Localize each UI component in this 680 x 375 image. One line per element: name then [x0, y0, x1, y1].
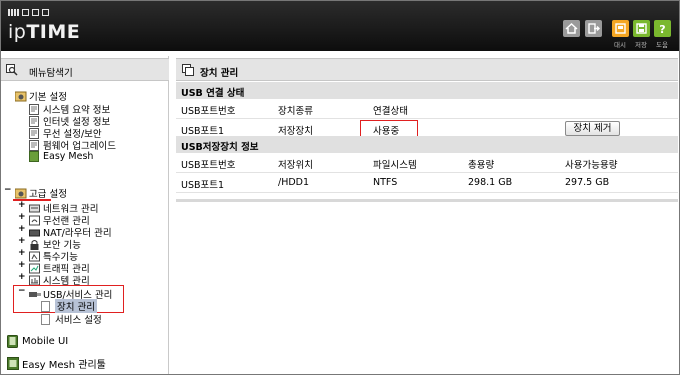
menu-easy-mesh-tool[interactable]: Easy Mesh 관리툴 [7, 356, 106, 371]
main-panel: 장치 관리 USB 연결 상태 USB포트번호 장치종류 연결상태 USB포트1… [176, 56, 678, 374]
page-title: 장치 관리 [200, 68, 239, 79]
column-header: 연결상태 [373, 106, 408, 117]
document-icon [29, 139, 40, 151]
menu-basic-settings[interactable]: 기본 설정 [14, 89, 67, 103]
gear-folder-icon [14, 91, 27, 102]
remove-device-button[interactable]: 장치 제거 [565, 121, 620, 136]
menu-easy-mesh-tool-label: Easy Mesh 관리툴 [22, 360, 106, 371]
collapse-usb-icon[interactable]: − [18, 286, 26, 296]
storage-location-cell: /HDD1 [278, 177, 310, 188]
available-capacity-cell: 297.5 GB [565, 177, 610, 188]
dashboard-label: 대시 [614, 41, 626, 49]
menu-advanced-settings[interactable]: 고급 설정 [14, 186, 67, 200]
expand-icon[interactable]: + [18, 272, 26, 282]
sidebar-title: 메뉴탐색기 [29, 68, 73, 79]
menu-easy-mesh[interactable]: Easy Mesh [29, 151, 93, 162]
page-icon [41, 313, 52, 325]
dashboard-icon[interactable] [612, 20, 629, 37]
sidebar-header: 메뉴탐색기 [1, 58, 169, 81]
document-icon [29, 103, 40, 115]
mobile-icon [7, 335, 19, 348]
expand-icon[interactable]: + [18, 260, 26, 270]
help-label: 도움 [656, 41, 668, 49]
menu-firmware-upgrade-label: 펌웨어 업그레이드 [43, 141, 116, 152]
wireless-icon [29, 215, 40, 226]
usb-port-cell: USB포트1 [181, 126, 225, 137]
storage-info-heading-bar: USB저장장치 정보 [176, 136, 678, 153]
main-header: 장치 관리 [176, 58, 678, 81]
chart-icon [29, 263, 40, 274]
storage-info-heading: USB저장장치 정보 [181, 142, 259, 153]
top-header: ipTIME 대시 저장 ? 도움 [1, 1, 679, 51]
column-header: 파일시스템 [373, 160, 417, 171]
storage-row: USB포트1 /HDD1 NTFS 298.1 GB 297.5 GB [176, 173, 678, 193]
logout-icon[interactable] [585, 20, 602, 37]
usb-icon [29, 289, 41, 300]
menu-mobile-ui[interactable]: Mobile UI [7, 335, 68, 348]
menu-device-manage-label: 장치 관리 [55, 299, 97, 313]
expand-icon[interactable]: + [18, 224, 26, 234]
expand-icon[interactable]: + [18, 200, 26, 210]
router-icon [29, 227, 40, 238]
column-header: USB포트번호 [181, 106, 236, 117]
usb-port-cell: USB포트1 [181, 180, 225, 191]
column-header: 장치종류 [278, 106, 313, 117]
status-highlight-box [360, 120, 418, 137]
sidebar: 메뉴탐색기 기본 설정 시스템 요약 정보 인터넷 설정 정보 무선 설정/보안… [1, 56, 169, 374]
storage-header-row: USB포트번호 저장위치 파일시스템 총용량 사용가능용량 [176, 153, 678, 173]
menu-service-settings[interactable]: 서비스 설정 [41, 312, 102, 326]
menu-device-manage[interactable]: 장치 관리 [41, 299, 97, 313]
column-header: 사용가능용량 [565, 160, 618, 171]
usb-status-header-row: USB포트번호 장치종류 연결상태 [176, 99, 678, 119]
save-icon[interactable] [633, 20, 650, 37]
device-type-cell: 저장장치 [278, 126, 313, 137]
network-icon [29, 203, 40, 214]
logo-dots-icon [8, 9, 49, 16]
column-header: USB포트번호 [181, 160, 236, 171]
document-icon [29, 115, 40, 127]
expand-icon[interactable]: + [18, 236, 26, 246]
help-icon[interactable]: ? [654, 20, 671, 37]
section-divider [176, 199, 678, 202]
lock-icon [29, 239, 40, 250]
menu-easy-mesh-label: Easy Mesh [43, 151, 94, 162]
filesystem-cell: NTFS [373, 177, 398, 188]
total-capacity-cell: 298.1 GB [468, 177, 513, 188]
iptime-logo: ipTIME [8, 21, 81, 43]
special-icon [29, 251, 40, 262]
menu-advanced-settings-label: 고급 설정 [29, 189, 67, 200]
menu-mobile-ui-label: Mobile UI [22, 336, 69, 347]
column-header: 저장위치 [278, 160, 313, 171]
page-icon [41, 300, 52, 312]
usb-status-heading-bar: USB 연결 상태 [176, 82, 678, 99]
save-label: 저장 [635, 41, 647, 49]
svg-text:?: ? [659, 23, 665, 36]
usb-status-heading: USB 연결 상태 [181, 88, 245, 99]
window-icon [182, 64, 194, 76]
gear-folder-icon [14, 188, 27, 199]
menu-basic-settings-label: 기본 설정 [29, 92, 67, 103]
document-icon [29, 127, 40, 139]
search-icon [6, 64, 18, 76]
menu-service-settings-label: 서비스 설정 [55, 315, 102, 326]
expand-icon[interactable]: + [18, 248, 26, 258]
mesh-tool-icon [7, 357, 19, 370]
collapse-advanced-icon[interactable]: − [4, 185, 12, 195]
menu-firmware-upgrade[interactable]: 펌웨어 업그레이드 [29, 138, 116, 152]
system-icon [29, 275, 40, 286]
mesh-icon [29, 151, 40, 162]
home-icon[interactable] [563, 20, 580, 37]
expand-icon[interactable]: + [18, 212, 26, 222]
column-header: 총용량 [468, 160, 495, 171]
